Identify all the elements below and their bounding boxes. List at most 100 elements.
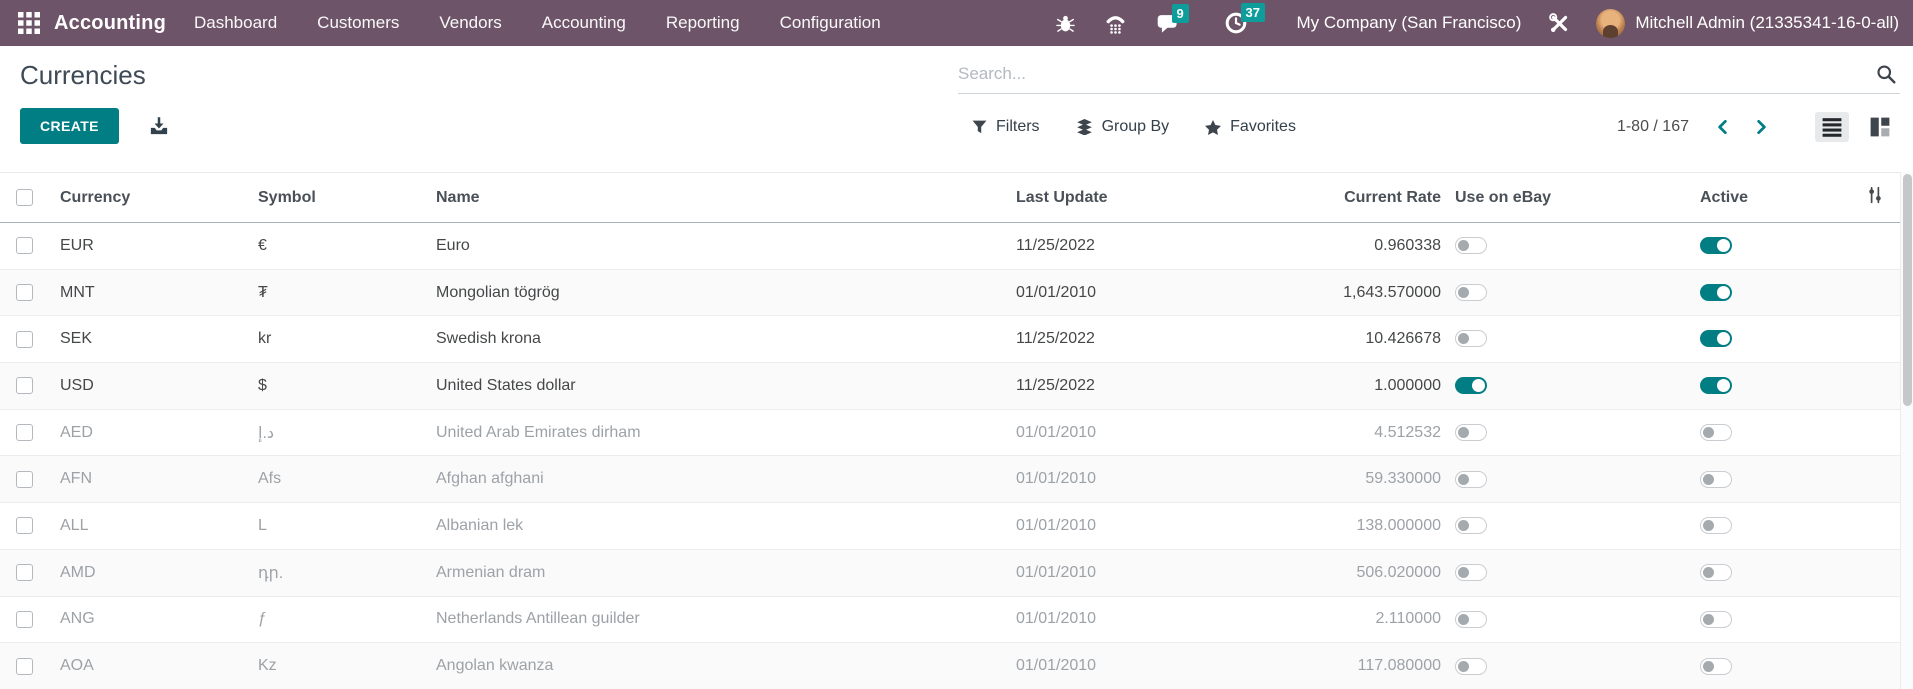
active-toggle[interactable] bbox=[1700, 330, 1732, 348]
active-toggle[interactable] bbox=[1700, 517, 1732, 535]
active-toggle[interactable] bbox=[1700, 563, 1732, 581]
current-rate-cell: 4.512532 bbox=[1170, 408, 1445, 456]
row-checkbox[interactable] bbox=[16, 657, 33, 675]
messages-button[interactable]: 9 bbox=[1156, 3, 1189, 34]
row-checkbox[interactable] bbox=[16, 470, 33, 488]
name-cell: Mongolian tögrög bbox=[426, 268, 1006, 316]
symbol-cell: L bbox=[248, 502, 426, 550]
name-cell: Afghan afghani bbox=[426, 455, 1006, 503]
menu-item-customers[interactable]: Customers bbox=[317, 13, 399, 33]
table-row[interactable]: AFN Afs Afghan afghani 01/01/2010 59.330… bbox=[0, 455, 1900, 503]
vertical-scrollbar[interactable] bbox=[1900, 172, 1913, 689]
group-by-button[interactable]: Group By bbox=[1076, 118, 1169, 136]
active-toggle[interactable] bbox=[1700, 237, 1732, 255]
layers-icon bbox=[1076, 119, 1092, 135]
symbol-cell: $ bbox=[248, 362, 426, 410]
active-toggle[interactable] bbox=[1700, 610, 1732, 628]
table-body: EUR € Euro 11/25/2022 0.960338 MNT ₮ Mon… bbox=[0, 223, 1900, 689]
menu-item-reporting[interactable]: Reporting bbox=[666, 13, 740, 33]
user-name: Mitchell Admin (21335341-16-0-all) bbox=[1635, 13, 1899, 32]
active-toggle[interactable] bbox=[1700, 377, 1732, 395]
row-checkbox[interactable] bbox=[16, 330, 33, 348]
use-on-ebay-toggle[interactable] bbox=[1455, 610, 1487, 628]
active-toggle[interactable] bbox=[1700, 283, 1732, 301]
row-checkbox[interactable] bbox=[16, 564, 33, 582]
pager-value: 1-80 / 167 bbox=[1616, 118, 1689, 135]
list-view-button[interactable] bbox=[1815, 112, 1849, 142]
current-rate-cell: 138.000000 bbox=[1170, 502, 1445, 550]
name-cell: Armenian dram bbox=[426, 548, 1006, 596]
active-toggle[interactable] bbox=[1700, 423, 1732, 441]
export-button[interactable] bbox=[149, 116, 169, 136]
favorites-button[interactable]: Favorites bbox=[1205, 118, 1296, 136]
last-update-cell: 01/01/2010 bbox=[1006, 455, 1170, 503]
table-row[interactable]: AMD դր. Armenian dram 01/01/2010 506.020… bbox=[0, 548, 1900, 596]
currency-cell: AOA bbox=[50, 642, 248, 689]
last-update-cell: 01/01/2010 bbox=[1006, 408, 1170, 456]
row-checkbox[interactable] bbox=[16, 517, 33, 535]
column-header-active[interactable]: Active bbox=[1690, 172, 1850, 223]
table-row[interactable]: USD $ United States dollar 11/25/2022 1.… bbox=[0, 362, 1900, 410]
row-checkbox[interactable] bbox=[16, 610, 33, 628]
pager-previous-button[interactable] bbox=[1715, 119, 1730, 135]
row-checkbox[interactable] bbox=[16, 377, 33, 395]
use-on-ebay-toggle[interactable] bbox=[1455, 330, 1487, 348]
app-name[interactable]: Accounting bbox=[54, 12, 166, 35]
company-switcher[interactable]: My Company (San Francisco) bbox=[1297, 13, 1522, 33]
table-row[interactable]: EUR € Euro 11/25/2022 0.960338 bbox=[0, 223, 1900, 270]
table-row[interactable]: ANG ƒ Netherlands Antillean guilder 01/0… bbox=[0, 595, 1900, 643]
filters-button[interactable]: Filters bbox=[972, 118, 1040, 136]
column-header-currency[interactable]: Currency bbox=[50, 172, 248, 223]
phone-button[interactable] bbox=[1105, 13, 1126, 34]
use-on-ebay-toggle[interactable] bbox=[1455, 657, 1487, 675]
create-button[interactable]: CREATE bbox=[20, 108, 119, 144]
column-header-use-on-ebay[interactable]: Use on eBay bbox=[1445, 172, 1690, 223]
current-rate-cell: 59.330000 bbox=[1170, 455, 1445, 503]
select-all-checkbox[interactable] bbox=[16, 189, 33, 206]
table-row[interactable]: SEK kr Swedish krona 11/25/2022 10.42667… bbox=[0, 315, 1900, 363]
scrollbar-thumb[interactable] bbox=[1903, 174, 1912, 406]
use-on-ebay-toggle[interactable] bbox=[1455, 423, 1487, 441]
table-row[interactable]: AED د.إ United Arab Emirates dirham 01/0… bbox=[0, 408, 1900, 456]
menu-item-vendors[interactable]: Vendors bbox=[439, 13, 501, 33]
use-on-ebay-toggle[interactable] bbox=[1455, 283, 1487, 301]
table-row[interactable]: ALL L Albanian lek 01/01/2010 138.000000 bbox=[0, 502, 1900, 550]
list-view-icon bbox=[1822, 118, 1842, 137]
search-icon[interactable] bbox=[1876, 64, 1896, 84]
apps-menu-button[interactable] bbox=[12, 6, 46, 40]
use-on-ebay-toggle[interactable] bbox=[1455, 517, 1487, 535]
kanban-view-button[interactable] bbox=[1863, 112, 1897, 142]
use-on-ebay-toggle[interactable] bbox=[1455, 237, 1487, 255]
phone-icon bbox=[1106, 15, 1124, 34]
column-header-current-rate[interactable]: Current Rate bbox=[1170, 172, 1445, 223]
row-checkbox[interactable] bbox=[16, 284, 33, 302]
funnel-icon bbox=[972, 120, 987, 134]
table-settings-button[interactable] bbox=[1850, 172, 1900, 223]
menu-item-accounting[interactable]: Accounting bbox=[542, 13, 626, 33]
symbol-cell: դր. bbox=[248, 548, 426, 596]
column-header-symbol[interactable]: Symbol bbox=[248, 172, 426, 223]
row-checkbox[interactable] bbox=[16, 424, 33, 442]
row-checkbox[interactable] bbox=[16, 237, 33, 255]
active-toggle[interactable] bbox=[1700, 657, 1732, 675]
active-toggle[interactable] bbox=[1700, 470, 1732, 488]
activities-button[interactable]: 37 bbox=[1225, 3, 1265, 34]
use-on-ebay-toggle[interactable] bbox=[1455, 470, 1487, 488]
user-menu[interactable]: Mitchell Admin (21335341-16-0-all) bbox=[1596, 8, 1899, 38]
support-tools-button[interactable] bbox=[1549, 12, 1570, 34]
menu-item-configuration[interactable]: Configuration bbox=[780, 13, 881, 33]
search-input[interactable] bbox=[958, 63, 1876, 84]
use-on-ebay-toggle[interactable] bbox=[1455, 377, 1487, 395]
column-header-last-update[interactable]: Last Update bbox=[1006, 172, 1170, 223]
symbol-cell: د.إ bbox=[248, 408, 426, 456]
column-header-name[interactable]: Name bbox=[426, 172, 1006, 223]
menu-item-dashboard[interactable]: Dashboard bbox=[194, 13, 277, 33]
bug-icon bbox=[1055, 15, 1075, 32]
debug-button[interactable] bbox=[1055, 14, 1075, 33]
table-row[interactable]: AOA Kz Angolan kwanza 01/01/2010 117.080… bbox=[0, 642, 1900, 689]
currency-cell: ALL bbox=[50, 502, 248, 550]
use-on-ebay-toggle[interactable] bbox=[1455, 563, 1487, 581]
activities-count-badge: 37 bbox=[1240, 3, 1265, 22]
pager-next-button[interactable] bbox=[1754, 119, 1769, 135]
table-row[interactable]: MNT ₮ Mongolian tögrög 01/01/2010 1,643.… bbox=[0, 268, 1900, 316]
